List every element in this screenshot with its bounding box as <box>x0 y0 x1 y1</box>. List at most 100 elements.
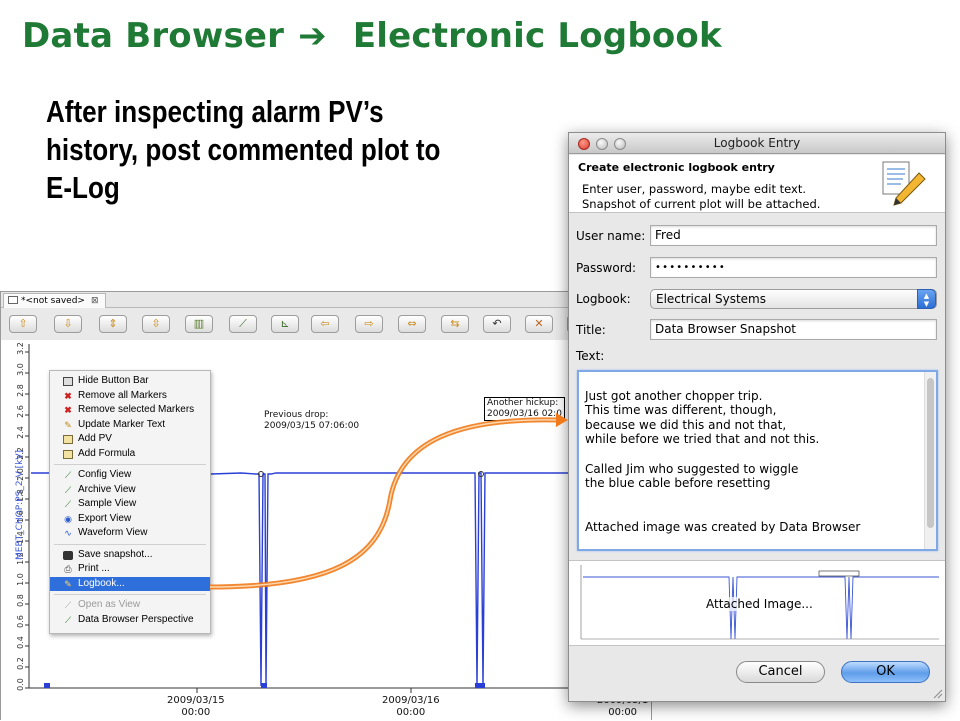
minimize-window-icon[interactable] <box>596 138 608 150</box>
editor-tab-bar: *<not saved> ⊠ <box>1 292 651 308</box>
menu-item-logbook[interactable]: ✎ Logbook... <box>50 576 210 591</box>
menu-item-save-snapshot[interactable]: Save snapshot... <box>50 548 210 563</box>
title-field[interactable]: Data Browser Snapshot <box>650 319 937 340</box>
user-name-field[interactable]: Fred <box>650 225 937 246</box>
menu-item-archive-view[interactable]: ⟋ Archive View <box>50 483 210 498</box>
export-icon: ◉ <box>64 513 72 524</box>
sample-icon: ⟋ <box>64 499 72 509</box>
tab-title: *<not saved> <box>21 296 85 306</box>
zoom-in-y-icon[interactable]: ⇕ <box>99 315 127 333</box>
stagger-icon[interactable]: ▥ <box>185 315 213 333</box>
menu-item-label: Open as View <box>78 599 141 610</box>
attached-image-caption: Attached Image... <box>706 597 813 611</box>
title-right: Electronic Logbook <box>352 16 722 56</box>
menu-item-label: Add Formula <box>78 447 136 459</box>
maximize-window-icon[interactable] <box>614 138 626 150</box>
x-tick-date: 2009/03/16 <box>382 695 440 706</box>
x-tick: 2009/03/16 00:00 <box>382 695 440 719</box>
menu-item-add-pv[interactable]: Add PV <box>50 432 210 447</box>
chart-icon <box>8 296 18 304</box>
menu-item-label: Remove selected Markers <box>78 404 195 415</box>
title-label: Title: <box>576 323 606 337</box>
ok-button[interactable]: OK <box>841 661 930 683</box>
chart-icon: ⟋ <box>64 470 72 480</box>
camera-icon <box>63 550 73 560</box>
x-tick: 2009/03/15 00:00 <box>167 695 225 719</box>
dialog-titlebar[interactable]: Logbook Entry <box>569 133 945 154</box>
y-tick: 0.8 <box>15 594 25 607</box>
y-tick: 2.6 <box>15 405 25 418</box>
zoom-in-x-icon[interactable]: ⇔ <box>398 315 426 333</box>
printer-icon: ⎙ <box>64 564 72 574</box>
menu-item-data-browser-perspective[interactable]: ⟋ Data Browser Perspective <box>50 613 210 628</box>
scrollbar-thumb[interactable] <box>927 378 934 528</box>
menu-item-label: Logbook... <box>78 577 125 589</box>
logbook-dialog: Logbook Entry Create electronic logbook … <box>568 132 946 702</box>
logbook-select-value: Electrical Systems <box>656 292 766 306</box>
trace-icon[interactable]: ⊾ <box>271 315 299 333</box>
menu-item-label: Add PV <box>78 433 112 444</box>
menu-separator <box>54 594 206 595</box>
text-area[interactable]: Just got another chopper trip. This time… <box>577 370 938 551</box>
cross-icon[interactable]: ✕ <box>525 315 553 333</box>
menu-item-hide-button-bar[interactable]: Hide Button Bar <box>50 374 210 389</box>
menu-item-remove-all-markers[interactable]: ✖ Remove all Markers <box>50 389 210 404</box>
text-label: Text: <box>576 349 605 363</box>
menu-item-add-formula[interactable]: Add Formula <box>50 447 210 462</box>
undo-icon[interactable]: ↶ <box>483 315 511 333</box>
menu-item-label: Waveform View <box>78 527 148 538</box>
text-scrollbar[interactable] <box>924 372 936 549</box>
password-field[interactable]: •••••••••• <box>650 257 937 278</box>
red-x-icon: ✖ <box>64 405 72 415</box>
left-arrow-icon[interactable]: ⇦ <box>311 315 339 333</box>
menu-item-export-view[interactable]: ◉ Export View <box>50 512 210 527</box>
header-title: Create electronic logbook entry <box>578 161 775 174</box>
editor-tab[interactable]: *<not saved> ⊠ <box>3 293 106 308</box>
select-arrows-icon: ▲ ▼ <box>917 289 936 309</box>
menu-item-label: Print ... <box>78 563 110 574</box>
close-window-icon[interactable] <box>578 138 590 150</box>
menu-separator <box>54 543 206 545</box>
y-tick: 0.2 <box>15 657 25 670</box>
marker-annotation: Another hickup: 2009/03/16 02:0 <box>484 397 565 421</box>
down-arrow-icon[interactable]: ⇩ <box>54 315 82 333</box>
title-left: Data Browser <box>22 16 285 56</box>
attached-image-preview: Attached Image... <box>569 560 945 646</box>
menu-item-remove-selected-markers[interactable]: ✖ Remove selected Markers <box>50 403 210 418</box>
y-tick: 1.0 <box>15 573 25 586</box>
resize-grip-icon[interactable] <box>931 687 943 699</box>
right-arrow-icon[interactable]: ⇨ <box>355 315 383 333</box>
logbook-pencil-icon: ✎ <box>64 578 72 589</box>
menu-item-config-view[interactable]: ⟋ Config View <box>50 468 210 483</box>
menu-item-sample-view[interactable]: ⟋ Sample View <box>50 497 210 512</box>
menu-item-label: Hide Button Bar <box>78 375 149 386</box>
menu-item-label: Export View <box>78 512 132 524</box>
up-arrow-icon[interactable]: ⇧ <box>9 315 37 333</box>
y-tick: 0.6 <box>15 615 25 628</box>
text-area-content: Just got another chopper trip. This time… <box>585 388 861 534</box>
menu-separator <box>54 464 206 465</box>
menu-item-label: Config View <box>78 469 132 480</box>
menu-item-waveform-view[interactable]: ∿ Waveform View <box>50 526 210 541</box>
arrow-icon: ➔ <box>298 16 327 56</box>
annotation-line: 2009/03/16 02:0 <box>487 409 562 419</box>
marker-annotation: Previous drop: 2009/03/15 07:06:00 <box>264 410 360 432</box>
zoom-out-y-icon[interactable]: ⇳ <box>142 315 170 333</box>
pencil-icon: ✎ <box>64 419 72 430</box>
menu-item-open-as-view: ⟋ Open as View <box>50 598 210 613</box>
logbook-label: Logbook: <box>576 292 631 306</box>
dialog-title: Logbook Entry <box>713 136 801 150</box>
auto-scale-icon[interactable]: ⟋ <box>229 315 257 333</box>
annotation-line: 2009/03/15 07:06:00 <box>264 421 360 431</box>
y-tick: 0.0 <box>15 678 25 691</box>
menu-item-print[interactable]: ⎙ Print ... <box>50 562 210 577</box>
logbook-select[interactable]: Electrical Systems ▲ ▼ <box>650 289 937 309</box>
zoom-out-x-icon[interactable]: ⇆ <box>441 315 469 333</box>
menu-item-update-marker-text[interactable]: ✎ Update Marker Text <box>50 418 210 433</box>
menu-item-label: Archive View <box>78 483 136 495</box>
annotation-line: Previous drop: <box>264 410 329 420</box>
waveform-icon: ∿ <box>64 528 72 538</box>
cancel-button[interactable]: Cancel <box>736 661 825 683</box>
user-name-label: User name: <box>576 229 646 243</box>
close-icon[interactable]: ⊠ <box>91 296 99 306</box>
